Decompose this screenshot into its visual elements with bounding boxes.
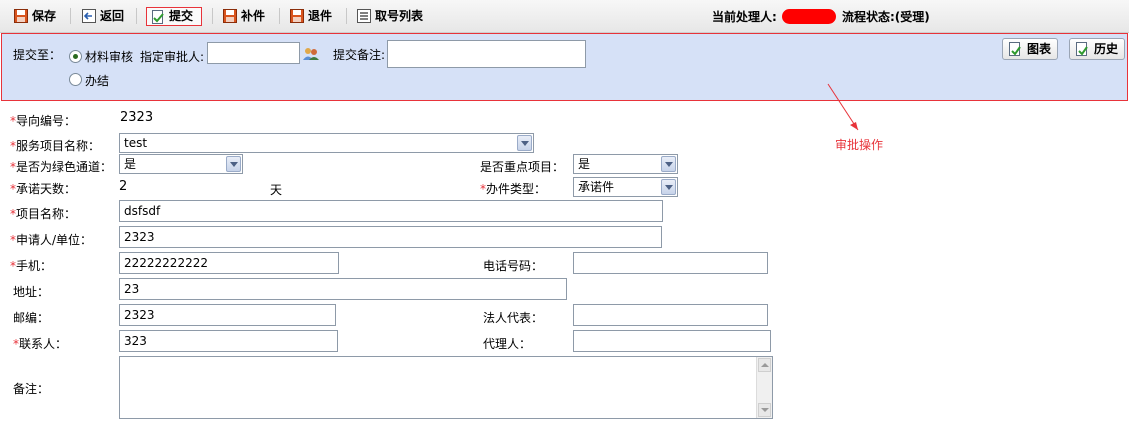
key-project-select[interactable]: 是 <box>573 154 678 174</box>
chart-button-label: 图表 <box>1027 42 1052 56</box>
save-label: 保存 <box>32 9 57 23</box>
mobile-label-text: 手机： <box>16 259 53 273</box>
toolbar-divider <box>70 8 71 24</box>
history-button-label: 历史 <box>1094 42 1119 56</box>
key-project-label: 是否重点项目： <box>480 160 565 174</box>
service-name-label: *服务项目名称： <box>10 137 100 154</box>
legal-rep-input[interactable] <box>573 304 768 326</box>
return-label: 退件 <box>308 9 333 23</box>
back-label: 返回 <box>100 9 125 23</box>
submit-to-label: 提交至： <box>13 48 62 62</box>
doc-check-icon <box>1076 42 1088 56</box>
contact-label-text: 联系人： <box>19 337 68 351</box>
key-project-value: 是 <box>578 157 591 171</box>
guide-number-value: 2323 <box>120 110 154 125</box>
submit-label: 提交 <box>169 9 194 23</box>
submit-doc-icon <box>152 10 164 24</box>
submit-panel: 提交至： 材料审核 指定审批人: 提交备注: 办结 图表 历史 <box>1 33 1128 101</box>
remark-textarea[interactable] <box>119 356 773 419</box>
address-input[interactable]: 23 <box>119 278 567 300</box>
agent-input[interactable] <box>573 330 771 352</box>
option-done-label: 办结 <box>85 74 110 88</box>
supplement-label: 补件 <box>241 9 266 23</box>
approver-input[interactable] <box>207 42 300 64</box>
contact-input[interactable]: 323 <box>119 330 338 352</box>
chevron-down-icon <box>661 179 676 195</box>
legal-rep-label: 法人代表： <box>483 311 544 325</box>
promise-days-label: *承诺天数： <box>10 180 76 197</box>
toolbar-divider <box>279 8 280 24</box>
radio-done[interactable] <box>69 73 82 86</box>
case-type-label: *办件类型： <box>480 180 546 197</box>
promise-days-unit: 天 <box>270 183 283 197</box>
green-channel-label-text: 是否为绿色通道： <box>16 160 113 174</box>
toolbar-divider <box>346 8 347 24</box>
current-handler-label: 当前处理人: <box>712 10 777 24</box>
project-name-label: *项目名称： <box>10 205 76 222</box>
floppy-icon <box>14 9 28 23</box>
back-icon <box>82 9 96 23</box>
promise-days-value: 2 <box>119 179 128 194</box>
note-input[interactable] <box>387 40 586 68</box>
agent-label: 代理人： <box>483 337 532 351</box>
toolbar-divider <box>136 8 137 24</box>
phone-label: 电话号码： <box>483 259 544 273</box>
return-button[interactable]: 退件 <box>290 6 332 26</box>
applicant-input[interactable]: 2323 <box>119 226 662 248</box>
green-channel-select[interactable]: 是 <box>119 154 243 174</box>
toolbar-divider <box>212 8 213 24</box>
remark-scrollbar[interactable] <box>756 357 772 418</box>
floppy-icon <box>223 9 237 23</box>
option-review-label: 材料审核 <box>85 50 134 64</box>
scroll-down-icon[interactable] <box>758 403 771 417</box>
project-name-input[interactable]: dsfsdf <box>119 200 663 222</box>
contact-label: *联系人： <box>13 335 67 352</box>
address-label: 地址： <box>13 285 50 299</box>
project-name-label-text: 项目名称： <box>16 207 77 221</box>
radio-review[interactable] <box>69 50 82 63</box>
applicant-label: *申请人/单位： <box>10 231 92 248</box>
applicant-label-text: 申请人/单位： <box>16 233 93 247</box>
guide-number-label: *导向编号： <box>10 112 76 129</box>
case-type-select[interactable]: 承诺件 <box>573 177 678 197</box>
redacted-handler-name <box>782 9 836 24</box>
doc-check-icon <box>1009 42 1021 56</box>
chevron-down-icon <box>517 135 532 151</box>
service-name-label-text: 服务项目名称： <box>16 139 101 153</box>
green-channel-label: *是否为绿色通道： <box>10 158 112 175</box>
mobile-input[interactable]: 22222222222 <box>119 252 339 274</box>
promise-days-label-text: 承诺天数： <box>16 182 77 196</box>
mobile-label: *手机： <box>10 257 52 274</box>
annotation-arrow <box>827 83 859 131</box>
number-list-button[interactable]: 取号列表 <box>357 6 423 26</box>
remark-label: 备注： <box>13 382 50 396</box>
case-type-value: 承诺件 <box>578 180 615 194</box>
number-list-label: 取号列表 <box>375 9 424 23</box>
case-type-label-text: 办件类型： <box>486 182 547 196</box>
history-button[interactable]: 历史 <box>1069 38 1126 60</box>
phone-input[interactable] <box>573 252 768 274</box>
postcode-input[interactable]: 2323 <box>119 304 336 326</box>
postcode-label: 邮编： <box>13 311 50 325</box>
scroll-up-icon[interactable] <box>758 358 771 372</box>
chevron-down-icon <box>226 156 241 172</box>
note-label: 提交备注: <box>333 48 386 62</box>
annotation-label: 审批操作 <box>835 138 884 152</box>
approver-label: 指定审批人: <box>140 50 205 64</box>
service-name-value: test <box>124 136 148 150</box>
user-picker-icon[interactable] <box>303 47 319 61</box>
chevron-down-icon <box>661 156 676 172</box>
list-icon <box>357 9 371 23</box>
toolbar: 保存 返回 提交 补件 退件 取号列表 当前处理人: 流程状态:(受理) <box>0 0 1129 33</box>
supplement-button[interactable]: 补件 <box>223 6 265 26</box>
floppy-icon <box>290 9 304 23</box>
submit-button[interactable]: 提交 <box>146 7 203 26</box>
flow-status-label: 流程状态:(受理) <box>842 10 930 24</box>
green-channel-value: 是 <box>124 157 137 171</box>
guide-number-label-text: 导向编号： <box>16 114 77 128</box>
back-button[interactable]: 返回 <box>82 6 124 26</box>
save-button[interactable]: 保存 <box>14 6 56 26</box>
service-name-select[interactable]: test <box>119 133 534 153</box>
chart-button[interactable]: 图表 <box>1002 38 1059 60</box>
